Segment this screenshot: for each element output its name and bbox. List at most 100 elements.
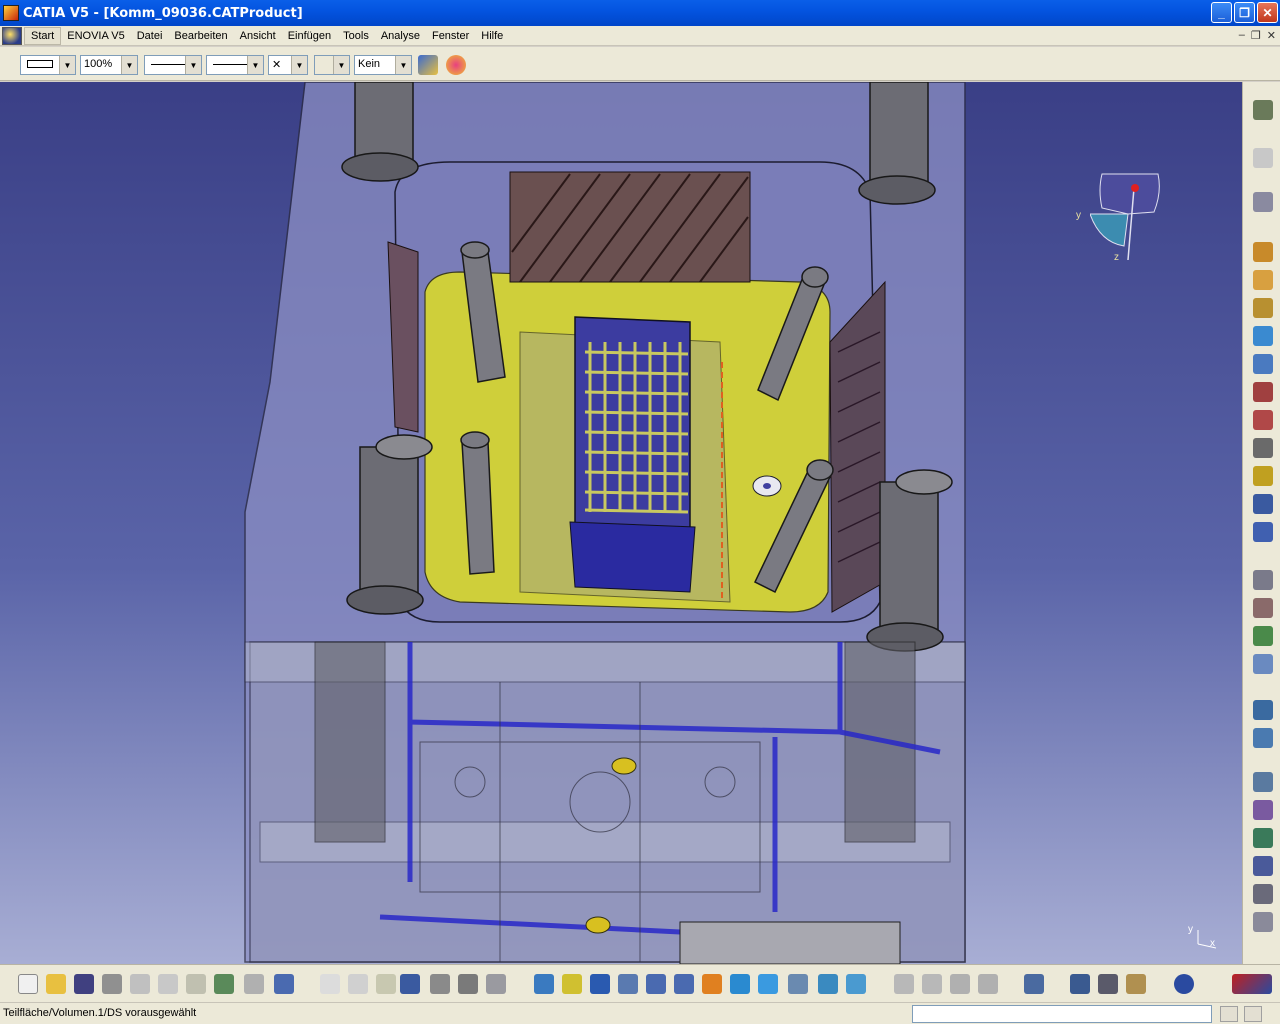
- manipulate-icon[interactable]: [1253, 494, 1273, 514]
- shading-icon[interactable]: [788, 974, 808, 994]
- reorder-icon[interactable]: [1253, 626, 1273, 646]
- menu-bearbeiten[interactable]: Bearbeiten: [168, 28, 233, 44]
- update-icon[interactable]: [894, 974, 914, 994]
- arrange-icon[interactable]: [1070, 974, 1090, 994]
- format-painter-icon[interactable]: [418, 55, 438, 75]
- menu-fenster[interactable]: Fenster: [426, 28, 475, 44]
- gear-icon[interactable]: [1253, 100, 1273, 120]
- constraint-contact-icon[interactable]: [1253, 728, 1273, 748]
- normal-view-icon[interactable]: [702, 974, 722, 994]
- sectioning-icon[interactable]: [950, 974, 970, 994]
- cut-icon[interactable]: [130, 974, 150, 994]
- color-select[interactable]: ▼: [20, 55, 76, 75]
- weight-icon[interactable]: [1126, 974, 1146, 994]
- new-icon[interactable]: [18, 974, 38, 994]
- paste-icon[interactable]: [186, 974, 206, 994]
- catia-logo-icon: [1232, 974, 1272, 994]
- point-symbol-select[interactable]: ✕ ▼: [268, 55, 308, 75]
- explode-icon[interactable]: [1253, 570, 1273, 590]
- multi-instantiate-icon[interactable]: [1253, 654, 1273, 674]
- zoom-in-icon[interactable]: [646, 974, 666, 994]
- doc-minimize-button[interactable]: –: [1239, 29, 1245, 42]
- publication-icon[interactable]: [1253, 466, 1273, 486]
- fit-all-icon[interactable]: [562, 974, 582, 994]
- generate-numbering-icon[interactable]: [1253, 410, 1273, 430]
- swap-space-icon[interactable]: [846, 974, 866, 994]
- comment-icon[interactable]: [348, 974, 368, 994]
- rotate-icon[interactable]: [618, 974, 638, 994]
- menu-hilfe[interactable]: Hilfe: [475, 28, 509, 44]
- status-button-2[interactable]: [1244, 1006, 1262, 1022]
- stop-manipulate-icon[interactable]: [1253, 598, 1273, 618]
- whats-this-icon[interactable]: [274, 974, 294, 994]
- snap-icon[interactable]: [1253, 522, 1273, 542]
- enovia-icon[interactable]: [1174, 974, 1194, 994]
- graph-tree-icon[interactable]: [1253, 382, 1273, 402]
- doc-restore-button[interactable]: ❐: [1251, 29, 1261, 42]
- clash-icon[interactable]: [922, 974, 942, 994]
- bill-of-material-icon[interactable]: [1253, 438, 1273, 458]
- light-icon[interactable]: [376, 974, 396, 994]
- pan-icon[interactable]: [590, 974, 610, 994]
- rendering-style-select[interactable]: ▼: [314, 55, 350, 75]
- transparency-select[interactable]: 100% ▼: [80, 55, 138, 75]
- analyze-icon[interactable]: [1098, 974, 1118, 994]
- replace-component-icon[interactable]: [1253, 354, 1273, 374]
- redo-icon[interactable]: [244, 974, 264, 994]
- point-symbol-value: ✕: [272, 59, 282, 71]
- lock-icon[interactable]: [458, 974, 478, 994]
- zoom-out-icon[interactable]: [674, 974, 694, 994]
- catia-menu-logo-icon[interactable]: [2, 26, 22, 45]
- constraint-offset-icon[interactable]: [1253, 772, 1273, 792]
- minimize-button[interactable]: _: [1211, 2, 1232, 23]
- menu-ansicht[interactable]: Ansicht: [234, 28, 282, 44]
- status-button-1[interactable]: [1220, 1006, 1238, 1022]
- quick-constraint-icon[interactable]: [1253, 884, 1273, 904]
- close-button[interactable]: ✕: [1257, 2, 1278, 23]
- undo-icon[interactable]: [214, 974, 234, 994]
- menu-enovia[interactable]: ENOVIA V5: [61, 28, 130, 44]
- power-input-field[interactable]: [912, 1005, 1212, 1023]
- select-arrow-icon[interactable]: [1253, 148, 1273, 168]
- save-icon[interactable]: [74, 974, 94, 994]
- line-thickness-select[interactable]: ▼: [144, 55, 202, 75]
- open-icon[interactable]: [46, 974, 66, 994]
- catia-app-icon[interactable]: [3, 5, 19, 21]
- catalog-icon[interactable]: [486, 974, 506, 994]
- formula-icon[interactable]: [320, 974, 340, 994]
- copy-icon[interactable]: [158, 974, 178, 994]
- measure-icon[interactable]: [430, 974, 450, 994]
- menu-analyse[interactable]: Analyse: [375, 28, 426, 44]
- print-icon[interactable]: [102, 974, 122, 994]
- assembly-component-icon[interactable]: [1253, 242, 1273, 262]
- doc-close-button[interactable]: ✕: [1267, 29, 1276, 42]
- multi-view-icon[interactable]: [730, 974, 750, 994]
- existing-component-icon[interactable]: [1253, 326, 1273, 346]
- compass-y-label: y: [1076, 210, 1081, 221]
- publish-icon[interactable]: [1024, 974, 1044, 994]
- flexible-rigid-icon[interactable]: [1253, 912, 1273, 932]
- graphic-properties-icon[interactable]: [446, 55, 466, 75]
- 3d-viewport[interactable]: y z y x: [0, 82, 1242, 964]
- constraint-coincidence-icon[interactable]: [1253, 700, 1273, 720]
- fix-together-icon[interactable]: [1253, 856, 1273, 876]
- menu-tools[interactable]: Tools: [337, 28, 375, 44]
- table-icon[interactable]: [400, 974, 420, 994]
- new-part-icon[interactable]: [1253, 298, 1273, 318]
- fly-icon[interactable]: [534, 974, 554, 994]
- compass-widget[interactable]: [1090, 168, 1170, 268]
- fix-component-icon[interactable]: [1253, 828, 1273, 848]
- iso-view-icon[interactable]: [758, 974, 778, 994]
- menu-start[interactable]: Start: [24, 26, 62, 45]
- menu-einfuegen[interactable]: Einfügen: [282, 28, 337, 44]
- constraint-angle-icon[interactable]: [1253, 800, 1273, 820]
- new-product-icon[interactable]: [1253, 270, 1273, 290]
- maximize-button[interactable]: ❐: [1234, 2, 1255, 23]
- line-type-select[interactable]: ▼: [206, 55, 264, 75]
- menu-datei[interactable]: Datei: [131, 28, 169, 44]
- distance-icon[interactable]: [978, 974, 998, 994]
- format-toolbar: ▼ 100% ▼ ▼ ▼ ✕ ▼ ▼ Kein ▼: [0, 47, 1280, 81]
- hide-show-icon[interactable]: [818, 974, 838, 994]
- fly-mode-icon[interactable]: [1253, 192, 1273, 212]
- layer-select[interactable]: Kein ▼: [354, 55, 412, 75]
